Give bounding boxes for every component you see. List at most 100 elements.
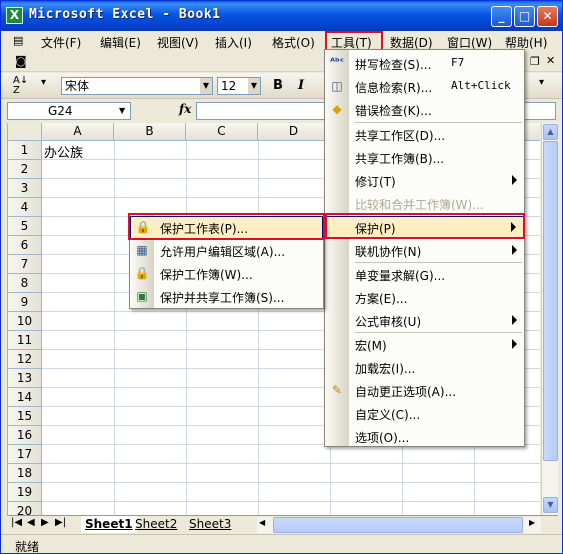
camera-icon[interactable]: ◙ <box>15 54 27 68</box>
allow-edit-icon: ▦ <box>136 243 148 257</box>
fx-icon[interactable]: fx <box>179 102 191 116</box>
column-header-d[interactable]: D <box>258 123 330 141</box>
chevron-down-icon[interactable]: ▼ <box>200 78 212 94</box>
scroll-left-icon[interactable]: ◀ <box>259 518 265 527</box>
first-sheet-icon[interactable]: |◀ <box>11 517 22 528</box>
font-size-select[interactable]: 12 ▼ <box>217 77 261 95</box>
close-doc-icon[interactable]: ✕ <box>546 54 555 67</box>
scroll-up-icon[interactable]: ▲ <box>543 124 558 140</box>
row-header[interactable]: 2 <box>8 160 42 179</box>
column-header-c[interactable]: C <box>186 123 258 141</box>
row-header[interactable]: 11 <box>8 331 42 350</box>
select-all-corner[interactable] <box>8 123 42 141</box>
name-box[interactable]: G24 <box>7 102 131 120</box>
menu-view[interactable]: 视图(V) <box>157 34 199 51</box>
menu-item-options[interactable]: 选项(O)... <box>325 425 524 448</box>
row-header[interactable]: 9 <box>8 293 42 312</box>
status-bar: 就绪 <box>1 534 562 554</box>
grid-line <box>42 463 540 464</box>
menu-item-online-collab[interactable]: 联机协作(N) <box>325 239 524 262</box>
row-header[interactable]: 5 <box>8 217 42 236</box>
menu-item-goal-seek[interactable]: 单变量求解(G)... <box>325 263 524 286</box>
row-header[interactable]: 15 <box>8 407 42 426</box>
menu-file[interactable]: 文件(F) <box>41 34 81 51</box>
vertical-scroll-thumb[interactable] <box>543 141 558 461</box>
menu-item-error-check[interactable]: ◆ 错误检查(K)... <box>325 98 524 121</box>
menu-format[interactable]: 格式(O) <box>272 34 315 51</box>
name-box-value: G24 <box>48 104 73 118</box>
submenu-arrow-icon <box>512 175 517 185</box>
last-sheet-icon[interactable]: ▶| <box>55 517 66 528</box>
spellcheck-icon: ᴬᵇᶜ <box>330 57 344 68</box>
horizontal-scrollbar[interactable]: ◀ ▶ <box>257 517 541 533</box>
row-header[interactable]: 10 <box>8 312 42 331</box>
menu-item-formula-audit[interactable]: 公式审核(U) <box>325 309 524 332</box>
menu-item-share-workbook[interactable]: 共享工作簿(B)... <box>325 146 524 169</box>
row-header[interactable]: 16 <box>8 426 42 445</box>
row-header[interactable]: 13 <box>8 369 42 388</box>
row-header[interactable]: 18 <box>8 464 42 483</box>
submenu-arrow-icon <box>512 245 517 255</box>
toolbar-options-icon-right[interactable]: ▾ <box>539 77 544 88</box>
row-header[interactable]: 20 <box>8 502 42 515</box>
row-header[interactable]: 12 <box>8 350 42 369</box>
row-header[interactable]: 17 <box>8 445 42 464</box>
row-header[interactable]: 19 <box>8 483 42 502</box>
chevron-down-icon[interactable]: ▼ <box>248 78 260 94</box>
grid-line <box>186 141 187 515</box>
protect-workbook-icon: 🔒 <box>134 266 150 280</box>
menu-item-research[interactable]: ◫ 信息检索(R)... Alt+Click <box>325 75 524 98</box>
protect-share-icon: ▣ <box>136 289 148 303</box>
autocorrect-icon: ✎ <box>331 383 343 397</box>
italic-button[interactable]: I <box>298 78 304 93</box>
menu-item-customize[interactable]: 自定义(C)... <box>325 402 524 425</box>
scroll-down-icon[interactable]: ▼ <box>543 497 558 513</box>
prev-sheet-icon[interactable]: ◀ <box>27 517 35 528</box>
menu-item-addins[interactable]: 加载宏(I)... <box>325 356 524 379</box>
toolbar-options-icon[interactable]: ▾ <box>41 77 46 88</box>
grid-line <box>114 141 115 515</box>
namebox-dropdown-icon[interactable]: ▼ <box>119 106 125 115</box>
restore-icon[interactable]: ❐ <box>530 55 540 68</box>
doc-icon[interactable]: ▤ <box>13 34 23 47</box>
row-header[interactable]: 8 <box>8 274 42 293</box>
title-bar[interactable]: X Microsoft Excel - Book1 _ □ ✕ <box>1 1 562 31</box>
row-header[interactable]: 1 <box>8 141 42 160</box>
maximize-button[interactable]: □ <box>514 6 535 27</box>
row-header[interactable]: 3 <box>8 179 42 198</box>
column-header-a[interactable]: A <box>42 123 114 141</box>
scroll-right-icon[interactable]: ▶ <box>529 518 535 527</box>
next-sheet-icon[interactable]: ▶ <box>41 517 49 528</box>
font-name-select[interactable]: 宋体 ▼ <box>61 77 213 95</box>
sheet-tab-1[interactable]: Sheet1 <box>81 516 137 533</box>
horizontal-scroll-thumb[interactable] <box>273 517 523 533</box>
menu-edit[interactable]: 编辑(E) <box>100 34 141 51</box>
annotation-box-protection <box>325 213 525 239</box>
row-header[interactable]: 7 <box>8 255 42 274</box>
menu-item-macro[interactable]: 宏(M) <box>325 333 524 356</box>
menu-item-allow-edit-ranges[interactable]: ▦ 允许用户编辑区域(A)... <box>130 239 323 262</box>
menu-insert[interactable]: 插入(I) <box>215 34 252 51</box>
menu-item-protect-workbook[interactable]: 🔒 保护工作簿(W)... <box>130 262 323 285</box>
sheet-tab-3[interactable]: Sheet3 <box>189 516 231 533</box>
submenu-arrow-icon <box>512 339 517 349</box>
menu-item-shared-workspace[interactable]: 共享工作区(D)... <box>325 123 524 146</box>
row-header[interactable]: 6 <box>8 236 42 255</box>
status-text: 就绪 <box>15 540 40 554</box>
close-button[interactable]: ✕ <box>537 6 558 27</box>
bold-button[interactable]: B <box>273 78 283 93</box>
menu-item-track-changes[interactable]: 修订(T) <box>325 169 524 192</box>
column-header-b[interactable]: B <box>114 123 186 141</box>
menu-item-spellcheck[interactable]: ᴬᵇᶜ 拼写检查(S)... F7 <box>325 52 524 75</box>
sort-az-icon[interactable]: A↓ Z <box>13 76 28 96</box>
minimize-button[interactable]: _ <box>491 6 512 27</box>
menu-item-autocorrect[interactable]: ✎ 自动更正选项(A)... <box>325 379 524 402</box>
cell-a1[interactable]: 办公族 <box>44 142 83 161</box>
row-header[interactable]: 14 <box>8 388 42 407</box>
font-name-value: 宋体 <box>65 79 90 93</box>
vertical-scrollbar[interactable]: ▲ ▼ <box>541 123 558 515</box>
menu-item-protect-share-workbook[interactable]: ▣ 保护并共享工作簿(S)... <box>130 285 323 308</box>
menu-item-scenarios[interactable]: 方案(E)... <box>325 286 524 309</box>
row-header[interactable]: 4 <box>8 198 42 217</box>
sheet-tab-2[interactable]: Sheet2 <box>135 516 177 533</box>
